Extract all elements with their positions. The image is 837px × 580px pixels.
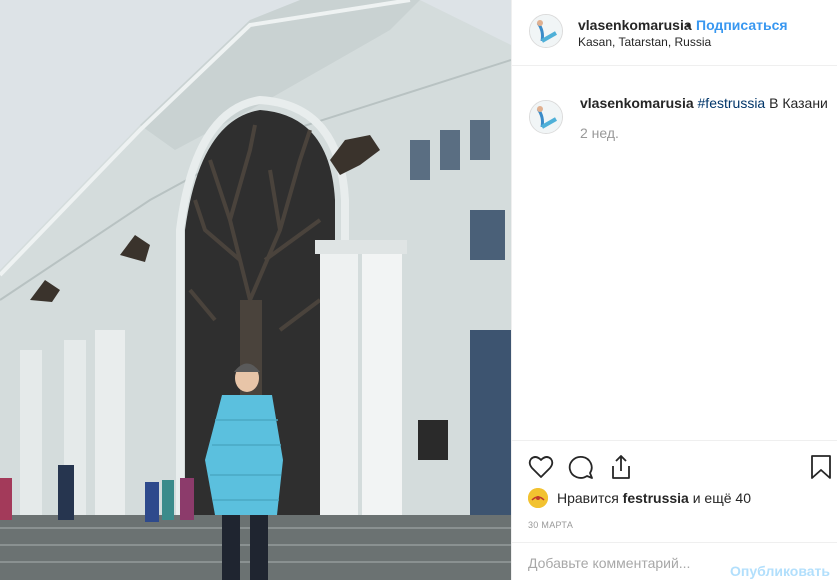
caption-text: vlasenkomarusia #festrussia В Казани [580, 94, 830, 112]
caption-section: vlasenkomarusia #festrussia В Казани 2 н… [512, 67, 837, 439]
comment-icon[interactable] [568, 454, 594, 480]
liker-avatar[interactable] [528, 488, 548, 508]
festrussia-logo-icon [528, 488, 548, 508]
add-comment-bar: Опубликовать [512, 542, 837, 580]
hashtag-link[interactable]: #festrussia [698, 95, 766, 111]
location-link[interactable]: Kasan, Tatarstan, Russia [578, 35, 711, 49]
share-icon[interactable] [608, 454, 634, 480]
caption-username[interactable]: vlasenkomarusia [580, 95, 694, 111]
likes-prefix: Нравится [557, 490, 623, 506]
liker-username[interactable]: festrussia [623, 490, 689, 506]
caption-body: В Казани [765, 95, 828, 111]
likes-text[interactable]: Нравится festrussia и ещё 40 [557, 490, 751, 506]
avatar[interactable] [529, 14, 563, 48]
post-photo[interactable] [0, 0, 511, 580]
username-link[interactable]: vlasenkomarusia [578, 17, 692, 33]
likes-count[interactable]: и ещё 40 [689, 490, 751, 506]
bookmark-icon[interactable] [810, 454, 832, 480]
post-date: 30 МАРТА [528, 520, 574, 530]
caption-avatar[interactable] [529, 100, 563, 134]
separator-dot: • [686, 17, 691, 33]
avatar-image [530, 101, 562, 133]
post-header: vlasenkomarusia • Подписаться Kasan, Tat… [512, 0, 837, 66]
avatar-image [530, 15, 562, 47]
heart-icon[interactable] [528, 454, 554, 480]
caption-time: 2 нед. [580, 125, 619, 141]
follow-button[interactable]: Подписаться [696, 17, 788, 33]
comment-input[interactable] [528, 551, 728, 575]
building-photo [0, 0, 511, 580]
post-sidebar: vlasenkomarusia • Подписаться Kasan, Tat… [511, 0, 837, 580]
action-bar: Нравится festrussia и ещё 40 30 МАРТА [512, 440, 837, 540]
publish-button[interactable]: Опубликовать [730, 563, 830, 579]
